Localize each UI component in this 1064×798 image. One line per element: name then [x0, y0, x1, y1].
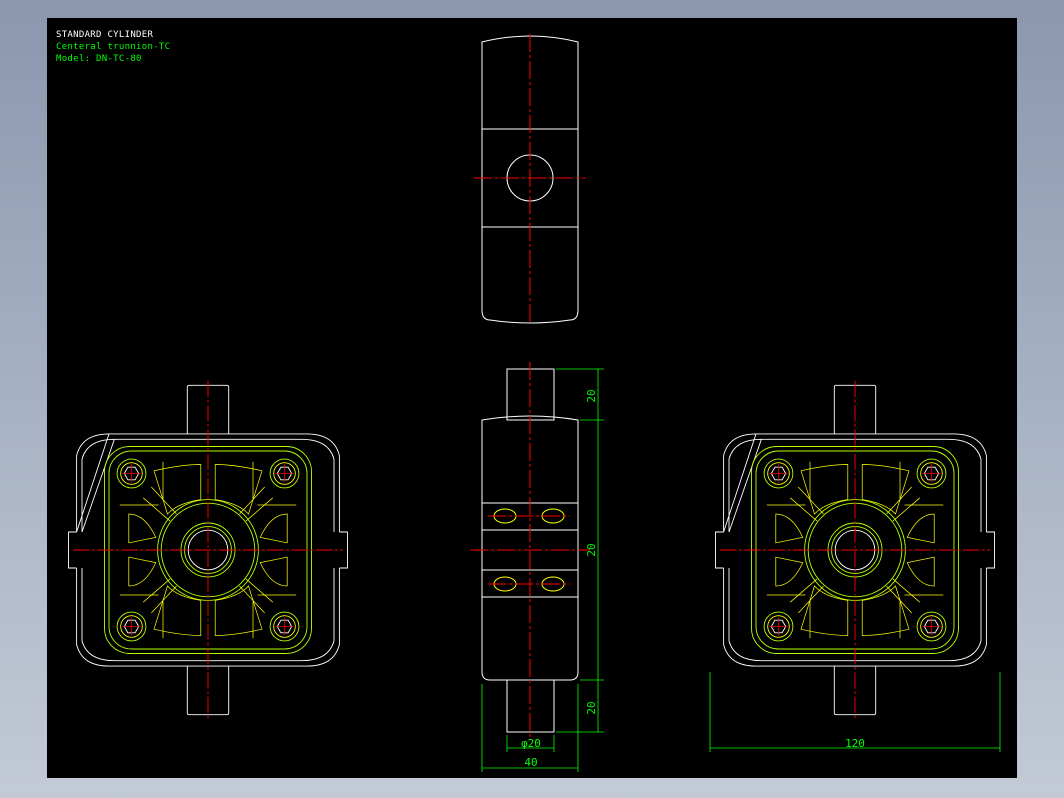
dim-pin-diameter: φ20	[521, 737, 541, 750]
dim-body-height: 20	[585, 543, 598, 556]
dim-bottom-stub: 20	[585, 701, 598, 714]
left-end-view	[68, 380, 348, 720]
dim-body-width: 40	[524, 756, 537, 769]
dim-flange-width: 120	[845, 737, 865, 750]
dim-top-stub: 20	[585, 389, 598, 402]
cylinder-drawing: 20 20 20 φ20 40 120	[68, 34, 1001, 772]
top-view	[474, 34, 586, 324]
side-view	[470, 362, 590, 740]
right-end-view	[715, 380, 995, 720]
